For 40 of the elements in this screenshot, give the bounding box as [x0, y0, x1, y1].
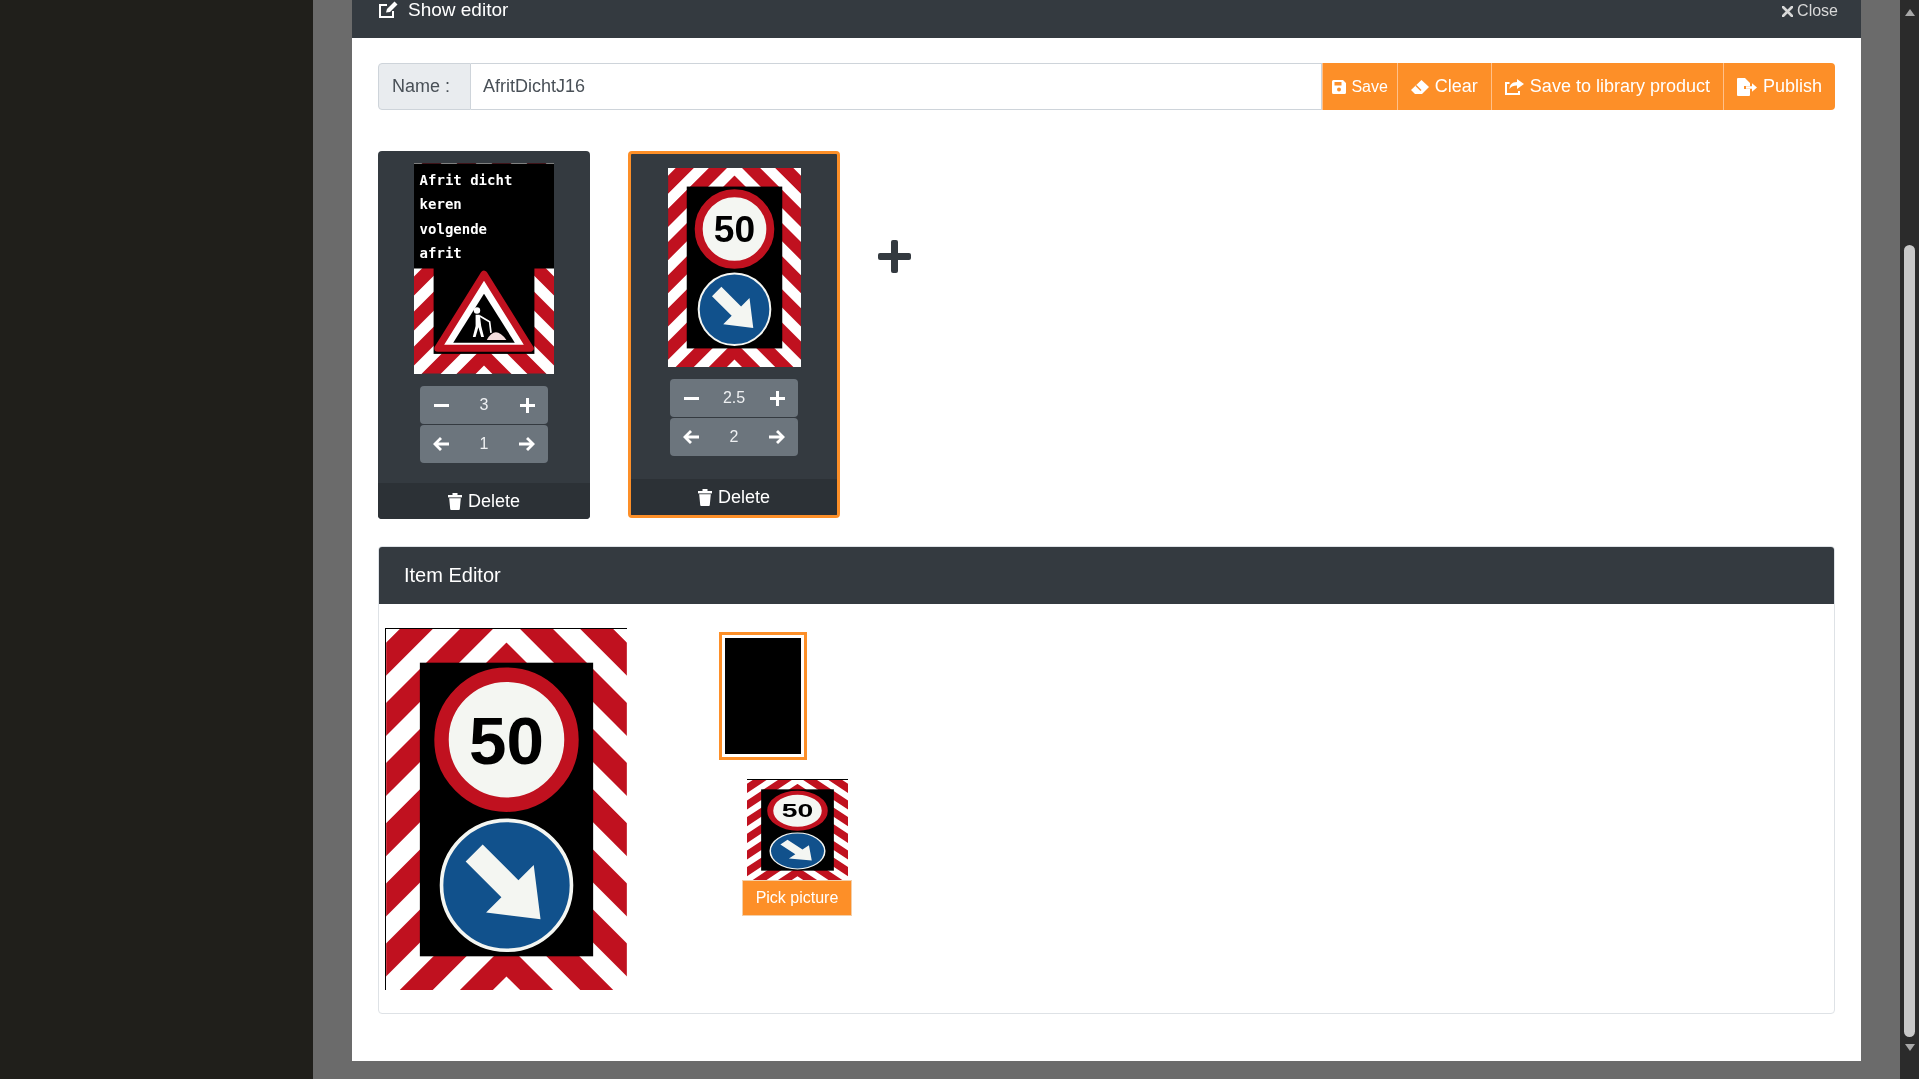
size-value: 2.5 — [721, 389, 747, 407]
minus-icon — [683, 396, 699, 400]
speed-limit-number: 50 — [713, 208, 755, 251]
eraser-icon — [1410, 79, 1429, 94]
arrow-right-icon — [519, 437, 535, 451]
plus-icon[interactable] — [878, 240, 911, 273]
sign-item-card[interactable]: Afrit dicht keren volgende afrit 3 1 Delete — [378, 151, 590, 519]
minus-icon — [433, 403, 449, 407]
speed-limit-number: 50 — [781, 800, 813, 822]
panel-title: Item Editor — [404, 564, 501, 587]
scroll-up-icon[interactable] — [1904, 9, 1915, 16]
scrollbar-thumb[interactable] — [1904, 245, 1915, 1037]
name-input[interactable]: AfritDichtJ16 — [471, 63, 1323, 110]
name-label: Name : — [378, 63, 471, 110]
close-button[interactable]: Close — [1782, 0, 1838, 20]
edit-icon — [378, 1, 398, 19]
arrow-left-icon — [683, 430, 699, 444]
arrow-left-icon — [433, 437, 449, 451]
sign-text-line: Afrit dicht — [419, 171, 513, 188]
plus-icon — [519, 397, 535, 413]
delete-button[interactable]: Delete — [378, 483, 590, 519]
position-value: 1 — [478, 435, 490, 453]
scroll-down-icon[interactable] — [1904, 1044, 1915, 1051]
delete-button[interactable]: Delete — [631, 479, 837, 515]
sign-text-line: volgende — [419, 220, 488, 237]
plus-icon — [769, 390, 785, 406]
share-icon — [1504, 78, 1524, 95]
sign-item-card[interactable]: 50 2.5 2 Delete — [628, 151, 840, 518]
blank-frame[interactable] — [719, 632, 807, 760]
trash-icon — [448, 492, 462, 510]
size-value: 3 — [478, 396, 490, 414]
modal-title: Show editor — [408, 0, 509, 20]
file-arrow-icon — [1736, 77, 1757, 96]
sign-text-line: afrit — [419, 245, 462, 261]
speed-limit-number: 50 — [469, 702, 544, 778]
arrow-right-icon — [769, 430, 785, 444]
close-icon — [1782, 5, 1794, 17]
position-value: 2 — [728, 428, 740, 446]
trash-icon — [698, 488, 712, 506]
sign-text-line: keren — [419, 196, 462, 212]
